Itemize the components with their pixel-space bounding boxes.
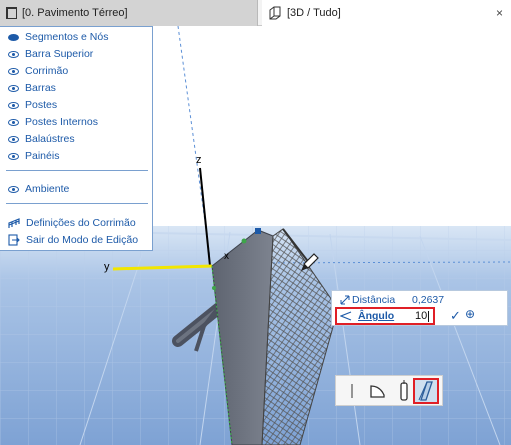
eye-icon [8, 135, 19, 143]
tab-3d-view-label: [3D / Tudo] [287, 7, 341, 19]
tab-3d-view[interactable]: [3D / Tudo] × [262, 0, 511, 26]
slanted-panel-button[interactable] [413, 378, 439, 404]
eye-icon [8, 67, 19, 75]
slanted-panel-icon [418, 381, 433, 401]
floor-plan-icon [6, 7, 17, 19]
angle-label: Ângulo [358, 310, 395, 322]
z-axis-label: z [196, 154, 202, 166]
y-axis-label: y [104, 261, 110, 273]
x-axis-label: x [224, 251, 229, 262]
palette-item-label: Barra Superior [25, 48, 94, 60]
palette-item-posts[interactable]: Postes [8, 97, 57, 113]
tab-floor-plan[interactable]: [0. Pavimento Térreo] [0, 0, 258, 26]
eye-icon [8, 33, 19, 41]
distance-row: Distância 0,2637 [340, 293, 444, 307]
palette-item-rails[interactable]: Barras [8, 80, 56, 96]
straight-segment-button[interactable] [339, 378, 365, 404]
eye-icon [8, 84, 19, 92]
palette-item-balusters[interactable]: Balaústres [8, 131, 75, 147]
palette-item-label: Segmentos e Nós [25, 31, 109, 43]
palette-item-inner-posts[interactable]: Postes Internos [8, 114, 98, 130]
palette-item-label: Ambiente [25, 183, 70, 195]
checkmark-icon[interactable]: ✓ [450, 308, 461, 324]
eye-icon [8, 118, 19, 126]
palette-item-handrail[interactable]: Corrimão [8, 63, 68, 79]
distance-value[interactable]: 0,2637 [412, 294, 444, 306]
palette-item-panels[interactable]: Painéis [8, 148, 59, 164]
palette-item-label: Balaústres [25, 133, 75, 145]
exit-edit-mode-button[interactable]: Sair do Modo de Edição [8, 232, 138, 248]
railing-settings-label: Definições do Corrimão [26, 217, 136, 229]
exit-edit-icon [8, 234, 20, 246]
palette-item-segments-and-nodes[interactable]: Segmentos e Nós [8, 29, 108, 45]
railing-settings-icon [8, 218, 20, 228]
distance-icon [340, 295, 350, 305]
exit-edit-mode-label: Sair do Modo de Edição [26, 234, 139, 246]
curved-segment-button[interactable] [365, 378, 391, 404]
eye-icon [8, 50, 19, 58]
3d-window-icon [269, 6, 281, 20]
angle-value[interactable]: 10 [415, 309, 427, 323]
angle-icon [340, 311, 352, 321]
railing-edit-palette: Segmentos e Nós Barra Superior Corrimão … [0, 26, 153, 251]
tab-floor-plan-label: [0. Pavimento Térreo] [22, 7, 128, 19]
text-caret [428, 311, 429, 322]
palette-item-label: Postes Internos [25, 116, 98, 128]
curved-segment-icon [370, 385, 385, 398]
straight-segment-icon [351, 384, 353, 398]
palette-item-label: Corrimão [25, 65, 69, 77]
view-tab-bar: [0. Pavimento Térreo] [3D / Tudo] × [0, 0, 511, 26]
railing-settings-button[interactable]: Definições do Corrimão [8, 215, 136, 231]
palette-item-label: Painéis [25, 150, 60, 162]
close-icon[interactable]: × [496, 6, 503, 20]
angle-input-field[interactable]: Ângulo 10 [335, 307, 435, 325]
palette-item-environment[interactable]: Ambiente [8, 181, 69, 197]
eye-icon [8, 185, 19, 193]
palette-item-top-rail[interactable]: Barra Superior [8, 46, 93, 62]
eye-icon [8, 101, 19, 109]
palette-item-label: Postes [25, 99, 58, 111]
eye-icon [8, 152, 19, 160]
geometry-method-toolbar [335, 375, 443, 406]
palette-divider [6, 203, 148, 204]
palette-item-label: Barras [25, 82, 56, 94]
palette-divider [6, 170, 148, 171]
tracker-panel: Distância 0,2637 Ângulo 10 ✓ ⊕ [331, 290, 508, 326]
crosshair-icon[interactable]: ⊕ [465, 307, 475, 321]
distance-label: Distância [352, 294, 396, 306]
